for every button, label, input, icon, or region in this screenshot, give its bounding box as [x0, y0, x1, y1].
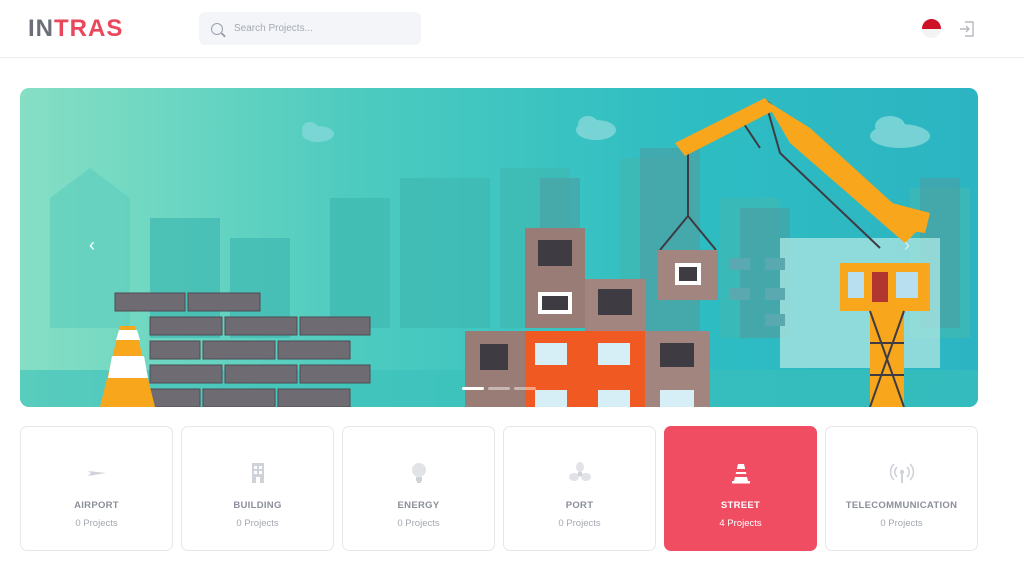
- category-count: 0 Projects: [397, 518, 440, 529]
- search-icon: [211, 22, 223, 35]
- antenna-icon: [889, 463, 914, 483]
- search-input[interactable]: [234, 23, 404, 34]
- carousel-indicators: [462, 387, 536, 390]
- construction-illustration: [20, 98, 978, 407]
- category-card-street[interactable]: STREET 4 Projects: [664, 426, 817, 551]
- category-list: AIRPORT 0 Projects BUILDING 0 Projects E…: [20, 426, 978, 551]
- category-card-building[interactable]: BUILDING 0 Projects: [181, 426, 334, 551]
- logo-text-tras: TRAS: [54, 15, 124, 42]
- chevron-right-icon[interactable]: ›: [900, 236, 914, 254]
- lightbulb-icon: [411, 463, 426, 483]
- category-count: 0 Projects: [880, 518, 923, 529]
- search-bar[interactable]: [199, 12, 421, 45]
- top-bar: INTRAS: [0, 0, 1024, 58]
- category-count: 4 Projects: [719, 518, 762, 529]
- plane-icon: [87, 471, 106, 476]
- carousel-dot[interactable]: [462, 387, 484, 390]
- logo-text-in: IN: [28, 15, 54, 42]
- hero-banner: ‹ ›: [20, 88, 978, 407]
- building-icon: [251, 463, 264, 483]
- chevron-left-icon[interactable]: ‹: [85, 236, 99, 254]
- category-card-energy[interactable]: ENERGY 0 Projects: [342, 426, 495, 551]
- propeller-icon: [568, 462, 591, 481]
- category-card-airport[interactable]: AIRPORT 0 Projects: [20, 426, 173, 551]
- logo[interactable]: INTRAS: [28, 15, 124, 42]
- traffic-cone-icon: [731, 464, 750, 484]
- logout-icon[interactable]: [958, 20, 976, 38]
- carousel-dot[interactable]: [514, 387, 536, 390]
- category-title: ENERGY: [397, 500, 440, 511]
- carousel-dot[interactable]: [488, 387, 510, 390]
- indonesia-flag-icon[interactable]: [922, 19, 941, 38]
- category-count: 0 Projects: [236, 518, 279, 529]
- category-title: TELECOMMUNICATION: [845, 500, 958, 511]
- category-title: PORT: [565, 500, 594, 511]
- category-count: 0 Projects: [558, 518, 601, 529]
- category-title: STREET: [720, 500, 761, 511]
- category-card-telecommunication[interactable]: TELECOMMUNICATION 0 Projects: [825, 426, 978, 551]
- category-title: BUILDING: [233, 500, 282, 511]
- category-title: AIRPORT: [74, 500, 119, 511]
- category-count: 0 Projects: [75, 518, 118, 529]
- category-card-port[interactable]: PORT 0 Projects: [503, 426, 656, 551]
